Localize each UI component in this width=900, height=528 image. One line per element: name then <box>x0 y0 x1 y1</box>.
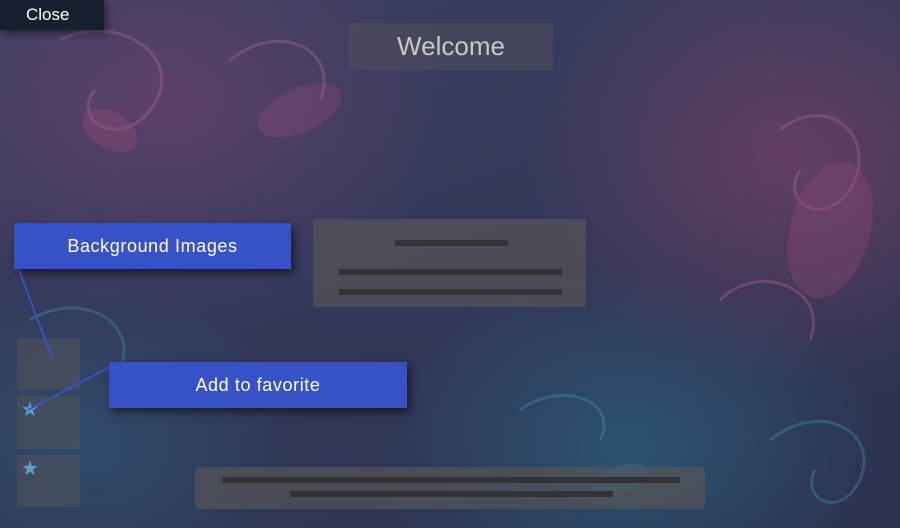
placeholder-text-card <box>313 219 586 307</box>
close-button[interactable]: Close <box>0 0 104 30</box>
background-thumbnail[interactable] <box>17 338 80 390</box>
placeholder-text-line <box>339 269 562 275</box>
placeholder-footer-panel <box>195 467 705 509</box>
background-thumbnail-favorite[interactable]: ★ <box>17 455 80 507</box>
add-to-favorite-callout: Add to favorite <box>109 362 407 408</box>
star-icon[interactable]: ★ <box>21 400 39 420</box>
placeholder-text-line <box>339 289 562 295</box>
star-icon[interactable]: ★ <box>21 459 39 479</box>
placeholder-title-line <box>395 240 508 246</box>
placeholder-text-line <box>290 491 613 497</box>
background-thumbnail-favorite[interactable]: ★ <box>17 396 80 449</box>
background-images-callout: Background Images <box>14 223 291 269</box>
placeholder-text-line <box>222 477 680 483</box>
welcome-title: Welcome <box>349 23 553 70</box>
